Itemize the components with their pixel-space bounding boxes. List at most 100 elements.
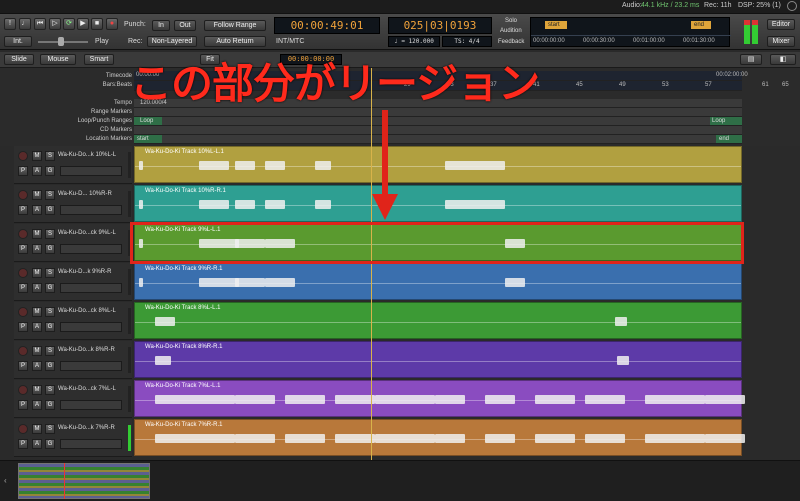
solo-button[interactable]: S <box>45 307 55 317</box>
mute-button[interactable]: M <box>32 424 42 434</box>
solo-button[interactable]: S <box>45 190 55 200</box>
solo-button[interactable]: S <box>45 229 55 239</box>
track-name[interactable]: Wa-Ku-D... 10%R-R <box>58 191 112 197</box>
audio-region[interactable]: Wa-Ku-Do-Ki Track 9%R-R.1 <box>134 263 742 300</box>
location-start-marker[interactable]: start <box>134 135 162 143</box>
group-button[interactable]: G <box>45 283 55 293</box>
cd-markers-ruler[interactable] <box>134 126 742 135</box>
track-fader[interactable] <box>60 400 122 410</box>
solo-indicator[interactable]: Solo <box>505 18 517 24</box>
mute-button[interactable]: M <box>32 385 42 395</box>
status-indicator-icon[interactable] <box>787 1 797 11</box>
loop-ruler[interactable]: Loop Loop <box>134 117 742 126</box>
audio-region[interactable]: Wa-Ku-Do-Ki Track 7%L-L.1 <box>134 380 745 417</box>
automation-button[interactable]: A <box>32 322 42 332</box>
location-end-marker[interactable]: end <box>716 135 742 143</box>
track-header[interactable]: M S Wa-Ku-D...k 9%R-R P A G <box>14 263 132 301</box>
playlist-button[interactable]: P <box>18 322 28 332</box>
track-fader[interactable] <box>60 322 122 332</box>
track-header[interactable]: M S Wa-Ku-Do...k 8%R-R P A G <box>14 341 132 379</box>
feedback-indicator[interactable]: Feedback <box>498 39 524 45</box>
mixer-button[interactable]: Mixer <box>767 36 795 47</box>
record-arm-icon[interactable] <box>18 151 28 161</box>
shuttle-handle[interactable] <box>58 37 64 46</box>
navigator-viewport[interactable] <box>18 463 150 499</box>
solo-button[interactable]: S <box>45 385 55 395</box>
punch-in-button[interactable]: In <box>152 20 170 31</box>
track-header[interactable]: M S Wa-Ku-Do...ck 9%L-L P A G <box>14 224 132 262</box>
edit-mode-select[interactable]: Slide <box>4 54 34 65</box>
automation-button[interactable]: A <box>32 205 42 215</box>
secondary-clock[interactable]: 025|03|0193 <box>388 17 492 34</box>
metronome-icon[interactable]: ♩ <box>19 18 31 30</box>
stop-icon[interactable]: ■ <box>91 18 103 30</box>
go-start-icon[interactable]: ⏮ <box>34 18 46 30</box>
rec-mode-select[interactable]: Non-Layered <box>147 36 197 47</box>
track-name[interactable]: Wa-Ku-Do...k 7%R-R <box>58 425 115 431</box>
location-ruler[interactable]: start end <box>134 135 742 144</box>
automation-button[interactable]: A <box>32 400 42 410</box>
audio-region[interactable]: Wa-Ku-Do-Ki Track 8%L-L.1 <box>134 302 742 339</box>
automation-button[interactable]: A <box>32 361 42 371</box>
playlist-button[interactable]: P <box>18 283 28 293</box>
solo-button[interactable]: S <box>45 151 55 161</box>
track-header[interactable]: M S Wa-Ku-Do...ck 7%L-L P A G <box>14 380 132 418</box>
mute-button[interactable]: M <box>32 346 42 356</box>
audio-region[interactable]: Wa-Ku-Do-Ki Track 7%R-R.1 <box>134 419 745 456</box>
track-fader[interactable] <box>60 361 122 371</box>
track-name[interactable]: Wa-Ku-Do...ck 8%L-L <box>58 308 116 314</box>
punch-out-button[interactable]: Out <box>174 20 196 31</box>
track-fader[interactable] <box>60 205 122 215</box>
track-header[interactable]: M S Wa-Ku-Do...k 10%L-L P A G <box>14 146 132 184</box>
audio-region[interactable]: Wa-Ku-Do-Ki Track 10%R-R.1 <box>134 185 742 222</box>
loop-start-marker[interactable]: Loop <box>134 117 162 125</box>
summary-navigator[interactable]: ‹ <box>0 460 800 501</box>
mute-button[interactable]: M <box>32 229 42 239</box>
track-fader[interactable] <box>60 166 122 176</box>
track-name[interactable]: Wa-Ku-Do...k 8%R-R <box>58 347 115 353</box>
group-button[interactable]: G <box>45 400 55 410</box>
group-button[interactable]: G <box>45 361 55 371</box>
scroll-left-icon[interactable]: ‹ <box>4 465 12 497</box>
solo-button[interactable]: S <box>45 346 55 356</box>
group-button[interactable]: G <box>45 166 55 176</box>
track-name[interactable]: Wa-Ku-Do...ck 9%L-L <box>58 230 116 236</box>
playlist-button[interactable]: P <box>18 400 28 410</box>
record-arm-icon[interactable] <box>18 424 28 434</box>
group-button[interactable]: G <box>45 322 55 332</box>
audio-region[interactable]: Wa-Ku-Do-Ki Track 8%R-R.1 <box>134 341 742 378</box>
record-arm-icon[interactable] <box>18 190 28 200</box>
record-arm-icon[interactable] <box>18 346 28 356</box>
track-fader[interactable] <box>60 439 122 449</box>
editor-list-icon[interactable]: ◧ <box>770 54 796 65</box>
track-fader[interactable] <box>60 244 122 254</box>
int-button[interactable]: Int. <box>4 36 32 47</box>
automation-button[interactable]: A <box>32 283 42 293</box>
solo-button[interactable]: S <box>45 268 55 278</box>
auto-return-toggle[interactable]: Auto Return <box>204 36 266 47</box>
group-button[interactable]: G <box>45 244 55 254</box>
mute-button[interactable]: M <box>32 190 42 200</box>
audition-indicator[interactable]: Audition <box>500 28 522 34</box>
save-icon[interactable]: ▤ <box>740 54 762 65</box>
primary-clock[interactable]: 00:00:49:01 <box>274 17 380 34</box>
mute-button[interactable]: M <box>32 268 42 278</box>
mini-timeline[interactable]: start end 00:00:00:00 00:00:30:00 00:01:… <box>530 17 731 47</box>
record-arm-icon[interactable] <box>18 268 28 278</box>
group-button[interactable]: G <box>45 205 55 215</box>
tool-select[interactable]: Mouse <box>40 54 76 65</box>
group-button[interactable]: G <box>45 439 55 449</box>
track-header[interactable]: M S Wa-Ku-D... 10%R-R P A G <box>14 185 132 223</box>
play-range-icon[interactable]: ▷ <box>49 18 61 30</box>
alert-icon[interactable]: ! <box>4 18 16 30</box>
playlist-button[interactable]: P <box>18 244 28 254</box>
playlist-button[interactable]: P <box>18 166 28 176</box>
smart-mode-button[interactable]: Smart <box>84 54 114 65</box>
mute-button[interactable]: M <box>32 307 42 317</box>
record-arm-icon[interactable] <box>18 229 28 239</box>
automation-button[interactable]: A <box>32 439 42 449</box>
audio-region[interactable]: Wa-Ku-Do-Ki Track 10%L-L.1 <box>134 146 742 183</box>
playlist-button[interactable]: P <box>18 361 28 371</box>
editor-button[interactable]: Editor <box>767 19 795 30</box>
track-name[interactable]: Wa-Ku-D...k 9%R-R <box>58 269 111 275</box>
